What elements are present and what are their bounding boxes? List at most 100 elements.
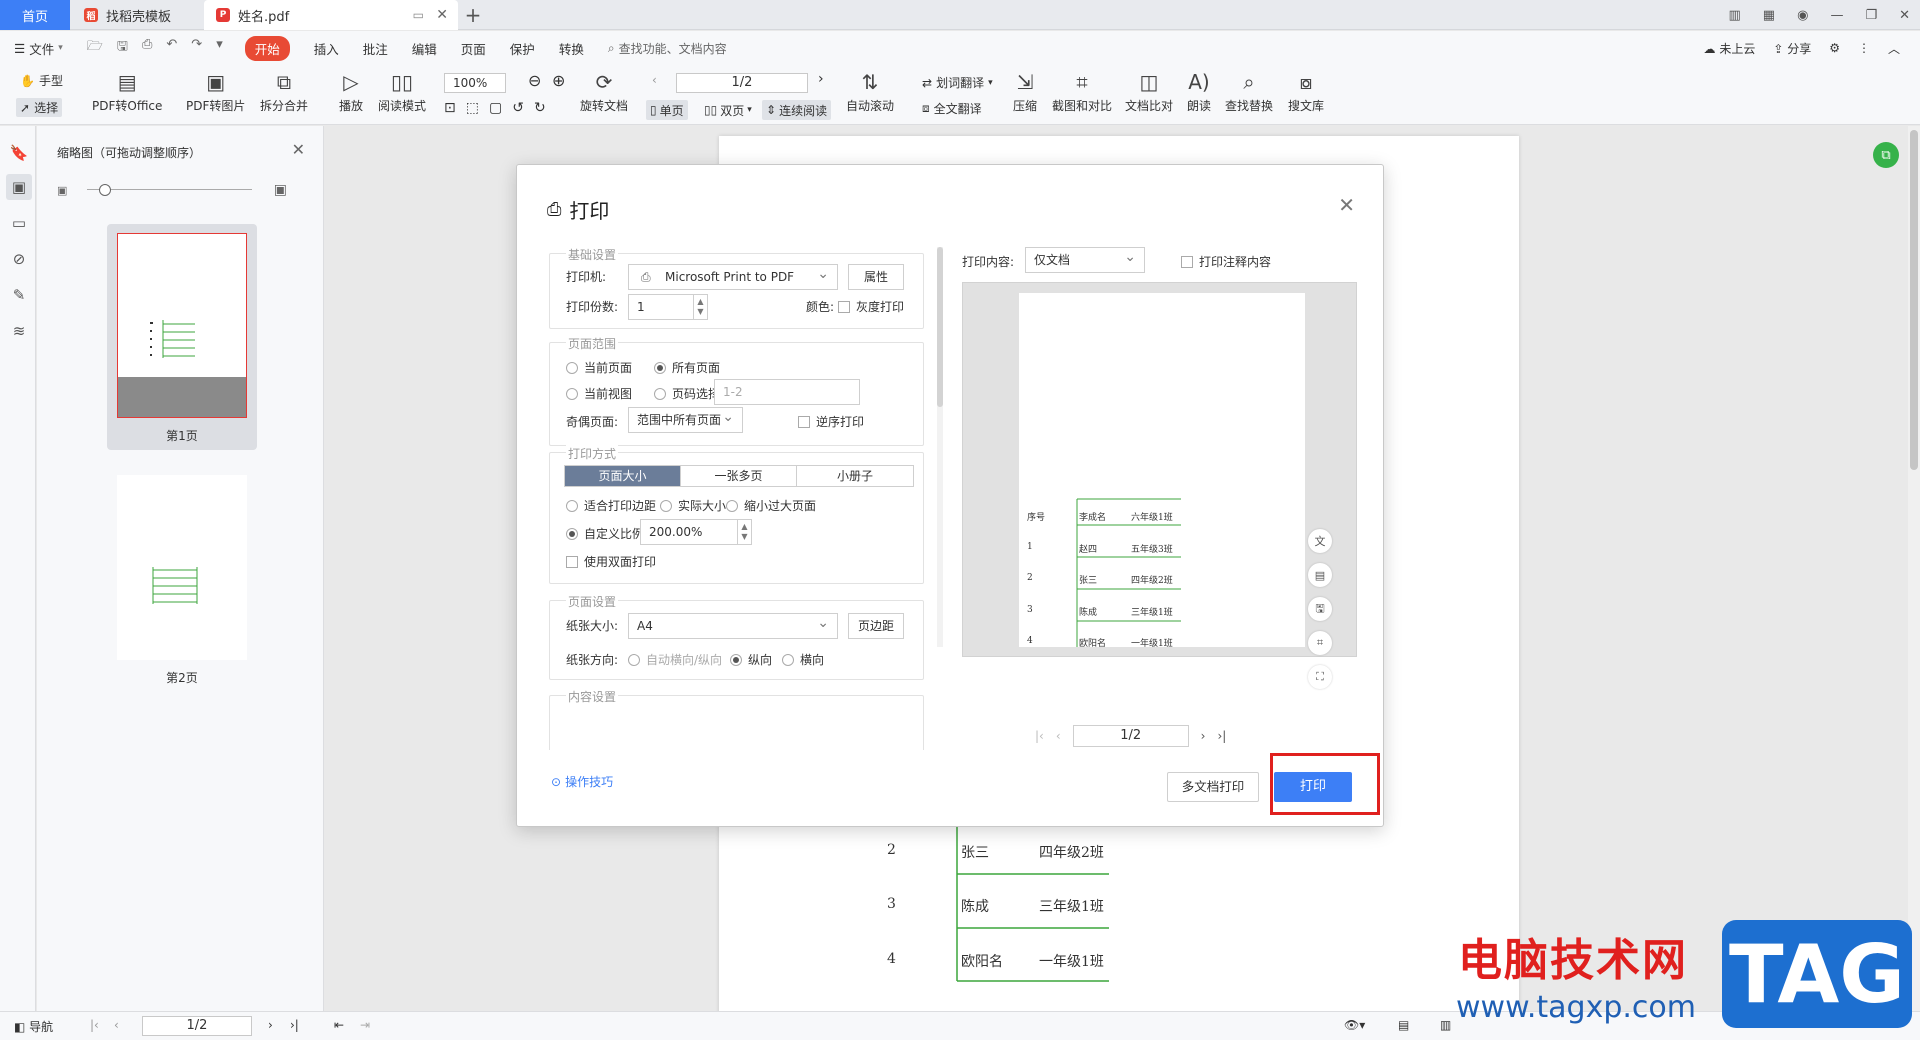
scan-icon[interactable]: ⛶ (1308, 665, 1332, 689)
more-icon[interactable]: ▾ (216, 37, 223, 59)
close-icon[interactable]: ✕ (292, 140, 305, 159)
next-page-icon[interactable]: › (1201, 729, 1206, 743)
fit-page-icon[interactable]: ⬚ (466, 100, 479, 116)
radio-actual-size[interactable]: 实际大小 (660, 497, 726, 514)
rotate-right-icon[interactable]: ↻ (534, 100, 546, 116)
settings-scrollbar[interactable] (937, 247, 943, 647)
close-icon[interactable]: ✕ (1338, 193, 1355, 217)
select-tool[interactable]: ➚ 选择 (16, 98, 63, 117)
tab-multi-per-sheet[interactable]: 一张多页 (681, 466, 797, 486)
menu-page[interactable]: 页面 (461, 39, 486, 58)
tips-link[interactable]: ⊙ 操作技巧 (551, 773, 613, 790)
radio-shrink[interactable]: 缩小过大页面 (726, 497, 816, 514)
single-view-icon[interactable]: ▤ (1398, 1018, 1409, 1032)
assistant-icon[interactable]: ⧉ (1873, 142, 1899, 168)
avatar[interactable]: ◉ (1797, 8, 1808, 23)
radio-auto-orientation[interactable]: 自动横向/纵向 (628, 651, 722, 668)
collapse-ribbon-icon[interactable]: ︿ (1888, 40, 1900, 57)
radio-all-pages[interactable]: 所有页面 (654, 359, 720, 376)
settings-icon[interactable]: ⚙ (1829, 41, 1840, 55)
zoom-in-icon[interactable]: ⊕ (552, 71, 565, 90)
multi-document-print-button[interactable]: 多文档打印 (1167, 772, 1259, 802)
scale-input[interactable]: 200.00% ▲ ▼ (640, 519, 752, 545)
menu-protect[interactable]: 保护 (510, 39, 535, 58)
restore-icon[interactable]: ❐ (1865, 8, 1877, 23)
print-icon[interactable]: ⎙ (142, 37, 152, 59)
translate-preview-icon[interactable]: 文 (1308, 529, 1332, 553)
tab-booklet[interactable]: 小册子 (797, 466, 913, 486)
continuous-read-button[interactable]: ⇕ 连续阅读 (762, 100, 832, 120)
scale-stepper[interactable]: ▲ ▼ (737, 519, 751, 545)
next-page-icon[interactable]: › (818, 71, 824, 87)
vertical-scrollbar[interactable] (1908, 126, 1920, 1011)
save-icon[interactable]: 🖫 (117, 37, 128, 59)
compress-button[interactable]: ⇲ 压缩 (1012, 69, 1038, 114)
tab-document[interactable]: P 姓名.pdf ▭ ✕ (204, 0, 458, 30)
share-button[interactable]: ⇪ 分享 (1773, 40, 1811, 57)
crop-icon[interactable]: ⌗ (1308, 631, 1332, 655)
radio-custom-scale[interactable]: 自定义比例 (566, 525, 644, 542)
attachment-icon[interactable]: ⊘ (10, 250, 28, 268)
single-page-button[interactable]: ▯ 单页 (646, 100, 688, 120)
radio-current-view[interactable]: 当前视图 (566, 385, 632, 402)
odd-even-select[interactable]: 范围中所有页面 (628, 405, 743, 433)
reverse-checkbox[interactable]: 逆序打印 (798, 413, 864, 430)
apps-icon[interactable]: ▦ (1763, 8, 1775, 23)
layout-icon[interactable]: ▥ (1729, 8, 1741, 23)
thumbnail-page-1[interactable]: 第1页 (107, 224, 257, 450)
pdf-to-image-button[interactable]: ▣ PDF转图片 (186, 69, 245, 114)
actual-size-icon[interactable]: ⊡ (444, 100, 456, 116)
doc-compare-button[interactable]: ◫ 文档比对 (1125, 69, 1173, 114)
status-page-input[interactable]: 1/2 (142, 1016, 252, 1036)
back-icon[interactable]: ⇤ (334, 1018, 344, 1032)
first-page-icon[interactable]: |‹ (90, 1018, 99, 1032)
menu-search[interactable]: ⌕ 查找功能、文档内容 (608, 40, 727, 57)
copies-stepper[interactable]: ▲ ▼ (693, 294, 707, 320)
menu-file[interactable]: ☰ 文件 ▾ (14, 39, 63, 58)
slider-knob[interactable] (99, 184, 111, 196)
print-annotations-checkbox[interactable]: 打印注释内容 (1181, 253, 1271, 270)
split-merge-button[interactable]: ⧉ 拆分合并 (260, 69, 308, 114)
prev-page-icon[interactable]: ‹ (652, 73, 657, 87)
minimize-icon[interactable]: — (1830, 8, 1843, 23)
prev-page-icon[interactable]: ‹ (1056, 729, 1061, 743)
find-replace-button[interactable]: ⌕ 查找替换 (1225, 69, 1273, 114)
thumbnail-size-slider[interactable]: ▣ ▣ (57, 182, 287, 198)
fit-width-icon[interactable]: ▢ (489, 100, 502, 116)
thumbnail-icon[interactable]: ▣ (6, 174, 32, 200)
more-menu-icon[interactable]: ⋮ (1858, 41, 1870, 55)
zoom-input[interactable]: 100% (444, 73, 506, 93)
paper-size-select[interactable]: A4 (628, 611, 838, 639)
search-library-button[interactable]: ⧇ 搜文库 (1288, 69, 1324, 114)
menu-edit[interactable]: 编辑 (412, 39, 437, 58)
play-button[interactable]: ▷ 播放 (338, 69, 364, 114)
duplex-checkbox[interactable]: 使用双面打印 (566, 553, 656, 570)
nav-toggle[interactable]: ◧ 导航 (14, 1018, 53, 1035)
auto-scroll-button[interactable]: ⇅ 自动滚动 (846, 69, 894, 114)
first-page-icon[interactable]: |‹ (1035, 729, 1044, 743)
pdf-to-office-button[interactable]: ▤ PDF转Office (92, 69, 162, 114)
copies-input[interactable]: 1 ▲ ▼ (628, 294, 708, 320)
radio-landscape[interactable]: 横向 (782, 651, 824, 668)
layers-icon[interactable]: ≋ (10, 322, 28, 340)
next-page-icon[interactable]: › (268, 1018, 273, 1032)
radio-current-page[interactable]: 当前页面 (566, 359, 632, 376)
close-window-icon[interactable]: ✕ (1899, 8, 1910, 23)
menu-annotate[interactable]: 批注 (363, 39, 388, 58)
prev-page-icon[interactable]: ‹ (114, 1018, 119, 1032)
zoom-out-icon[interactable]: ⊖ (528, 71, 541, 90)
save-preview-icon[interactable]: 🖫 (1308, 597, 1332, 621)
document-preview-icon[interactable]: ▤ (1308, 563, 1332, 587)
tab-page-size[interactable]: 页面大小 (565, 466, 681, 486)
pin-icon[interactable]: ▭ (413, 8, 424, 22)
menu-insert[interactable]: 插入 (314, 39, 339, 58)
hand-tool[interactable]: ✋ 手型 (20, 72, 63, 89)
settings-scrollbar-thumb[interactable] (937, 247, 943, 407)
tab-template[interactable]: 稻 找稻壳模板 (72, 0, 202, 30)
open-icon[interactable]: 🗁 (87, 37, 103, 59)
page-number-input[interactable]: 1/2 (676, 73, 808, 93)
menu-convert[interactable]: 转换 (559, 39, 584, 58)
redo-icon[interactable]: ↷ (191, 37, 202, 59)
double-view-icon[interactable]: ▥ (1440, 1018, 1451, 1032)
new-tab-button[interactable]: + (462, 4, 484, 26)
